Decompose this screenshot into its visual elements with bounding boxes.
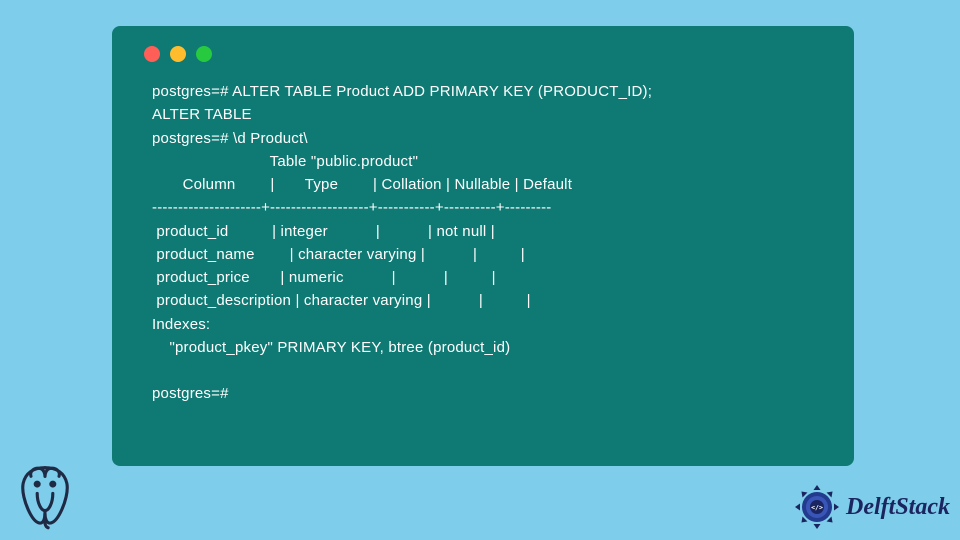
maximize-icon[interactable] <box>196 46 212 62</box>
terminal-window: postgres=# ALTER TABLE Product ADD PRIMA… <box>112 26 854 466</box>
postgresql-logo-icon <box>6 456 84 534</box>
svg-text:</>: </> <box>811 504 823 512</box>
delftstack-logo: </> DelftStack <box>792 482 950 532</box>
terminal-output: postgres=# ALTER TABLE Product ADD PRIMA… <box>112 76 854 416</box>
close-icon[interactable] <box>144 46 160 62</box>
delftstack-gear-icon: </> <box>792 482 842 532</box>
window-titlebar <box>112 38 854 76</box>
delftstack-text: DelftStack <box>846 494 950 521</box>
minimize-icon[interactable] <box>170 46 186 62</box>
